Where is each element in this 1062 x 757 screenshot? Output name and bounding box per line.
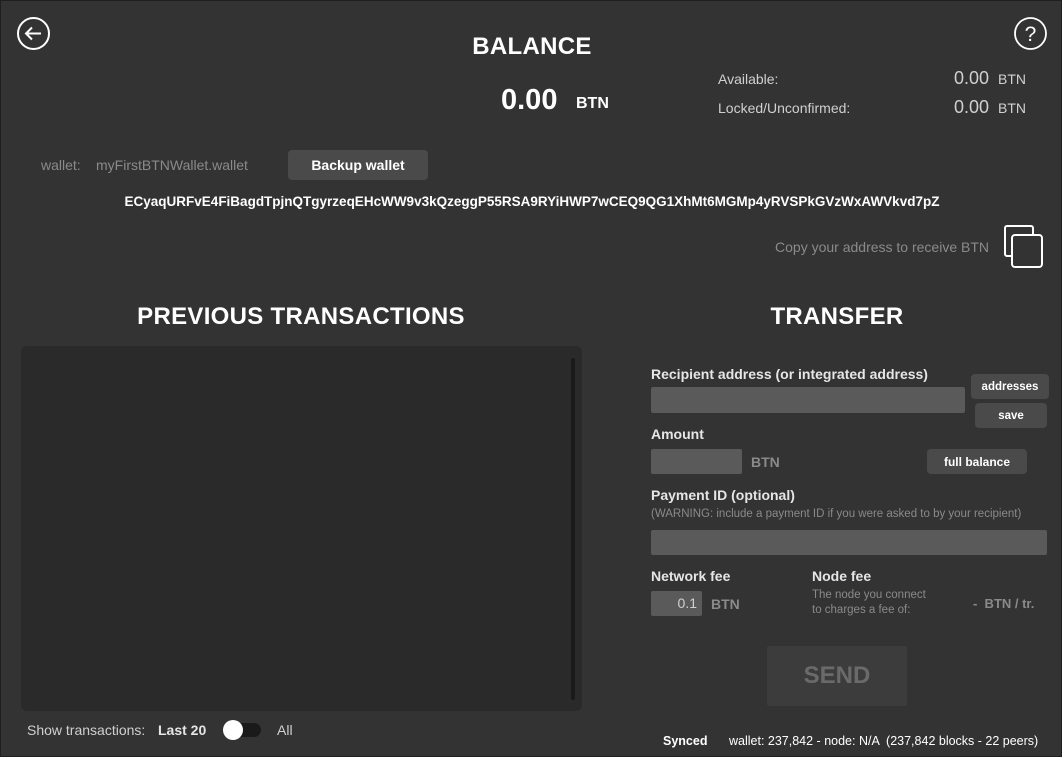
recipient-address-label: Recipient address (or integrated address…	[651, 366, 928, 382]
option-last-20[interactable]: Last 20	[158, 722, 206, 738]
balance-amount: 0.00	[501, 84, 558, 116]
network-fee-input[interactable]: 0.1	[651, 591, 702, 616]
node-fee-value: - BTN / tr.	[973, 596, 1035, 611]
locked-value: 0.00	[953, 97, 989, 117]
payment-id-input[interactable]	[651, 530, 1047, 555]
available-value: 0.00	[953, 68, 989, 88]
network-fee-unit: BTN	[711, 596, 740, 612]
wallet-address[interactable]: ECyaqURFvE4FiBagdTpjnQTgyrzeqEHcWW9v3kQz…	[21, 194, 1043, 209]
full-balance-button[interactable]: full balance	[927, 449, 1027, 474]
copy-address-hint: Copy your address to receive BTN	[775, 239, 989, 255]
save-button[interactable]: save	[975, 403, 1047, 428]
locked-unit: BTN	[998, 100, 1026, 116]
balance-title: BALANCE	[472, 33, 592, 60]
balance-unit: BTN	[576, 95, 609, 112]
available-unit: BTN	[998, 71, 1026, 87]
transactions-list[interactable]	[21, 346, 582, 711]
amount-unit: BTN	[751, 454, 780, 470]
wallet-label: wallet:	[41, 157, 81, 173]
sync-status: Synced	[663, 734, 708, 748]
node-fee-label: Node fee	[812, 568, 872, 584]
locked-label: Locked/Unconfirmed:	[718, 100, 851, 116]
backup-wallet-button[interactable]: Backup wallet	[288, 150, 428, 180]
toggle-knob	[223, 720, 243, 740]
network-fee-label: Network fee	[651, 568, 731, 584]
node-fee-desc-line1: The node you connect	[812, 589, 926, 601]
previous-transactions-title: PREVIOUS TRANSACTIONS	[137, 303, 465, 330]
payment-id-label: Payment ID (optional)	[651, 487, 795, 503]
transactions-scrollbar[interactable]	[571, 358, 575, 700]
addresses-button[interactable]: addresses	[971, 374, 1049, 399]
wallet-name: myFirstBTNWallet.wallet	[96, 157, 248, 173]
recipient-address-input[interactable]	[651, 387, 965, 413]
show-transactions-label: Show transactions:	[27, 722, 146, 738]
payment-id-warning: (WARNING: include a payment ID if you we…	[651, 508, 1022, 520]
help-question-icon[interactable]: ?	[1013, 16, 1048, 51]
transfer-title: TRANSFER	[770, 303, 904, 330]
send-button[interactable]: SEND	[767, 646, 907, 706]
amount-input[interactable]	[651, 449, 742, 474]
available-label: Available:	[718, 71, 779, 87]
svg-text:?: ?	[1025, 23, 1037, 46]
node-fee-desc-line2: to charges a fee of:	[812, 604, 911, 616]
transactions-toggle[interactable]	[223, 720, 263, 740]
wallet-window: ? BALANCE 0.00 BTN Available: 0.00 BTN L…	[0, 0, 1062, 757]
amount-label: Amount	[651, 426, 704, 442]
sync-details: wallet: 237,842 - node: N/A (237,842 blo…	[729, 734, 1039, 748]
back-arrow-icon[interactable]	[16, 16, 51, 51]
copy-icon[interactable]	[1001, 224, 1045, 270]
option-all[interactable]: All	[277, 722, 293, 738]
